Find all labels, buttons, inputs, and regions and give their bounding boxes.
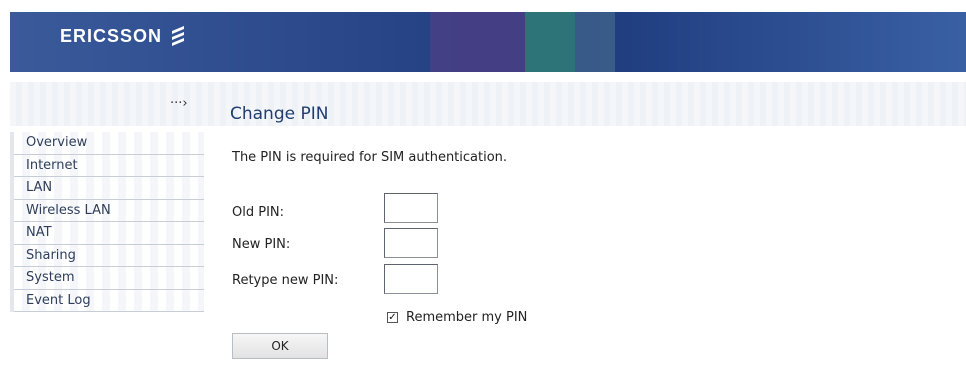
remember-pin-checkbox[interactable]: ✓ [387,312,398,323]
sidebar-item-overview[interactable]: Overview [14,132,204,155]
ericsson-stripes-icon [172,26,185,46]
banner-decoration [525,12,575,72]
old-pin-label: Old PIN: [232,205,285,220]
retype-pin-field[interactable] [384,264,438,294]
old-pin-field[interactable] [384,193,438,223]
sidebar-item-system[interactable]: System [14,267,204,290]
header-banner: ERICSSON [10,12,966,72]
sidebar-item-wireless-lan[interactable]: Wireless LAN [14,200,204,222]
sidebar-item-event-log[interactable]: Event Log [14,290,204,312]
sidebar-item-lan[interactable]: LAN [14,177,204,200]
brand-name: ERICSSON [60,25,163,46]
page-title: Change PIN [230,104,329,124]
remember-pin-option: ✓ Remember my PIN [387,310,527,325]
sidebar-item-nat[interactable]: NAT [14,222,204,245]
title-band [10,82,966,126]
top-strip [0,0,966,12]
sidebar-item-sharing[interactable]: Sharing [14,245,204,267]
sidebar-item-internet[interactable]: Internet [14,155,204,177]
new-pin-field[interactable] [384,228,438,258]
sidebar-nav: Overview Internet LAN Wireless LAN NAT S… [10,132,204,312]
ericsson-logo: ERICSSON [60,25,186,47]
retype-pin-label: Retype new PIN: [232,273,339,288]
page-description: The PIN is required for SIM authenticati… [232,150,508,165]
banner-decoration [430,12,525,72]
ok-button[interactable]: OK [232,333,328,359]
banner-decoration [575,12,615,72]
remember-pin-label: Remember my PIN [406,310,528,325]
breadcrumb-arrow-icon: ···› [170,96,188,111]
new-pin-label: New PIN: [232,237,291,252]
